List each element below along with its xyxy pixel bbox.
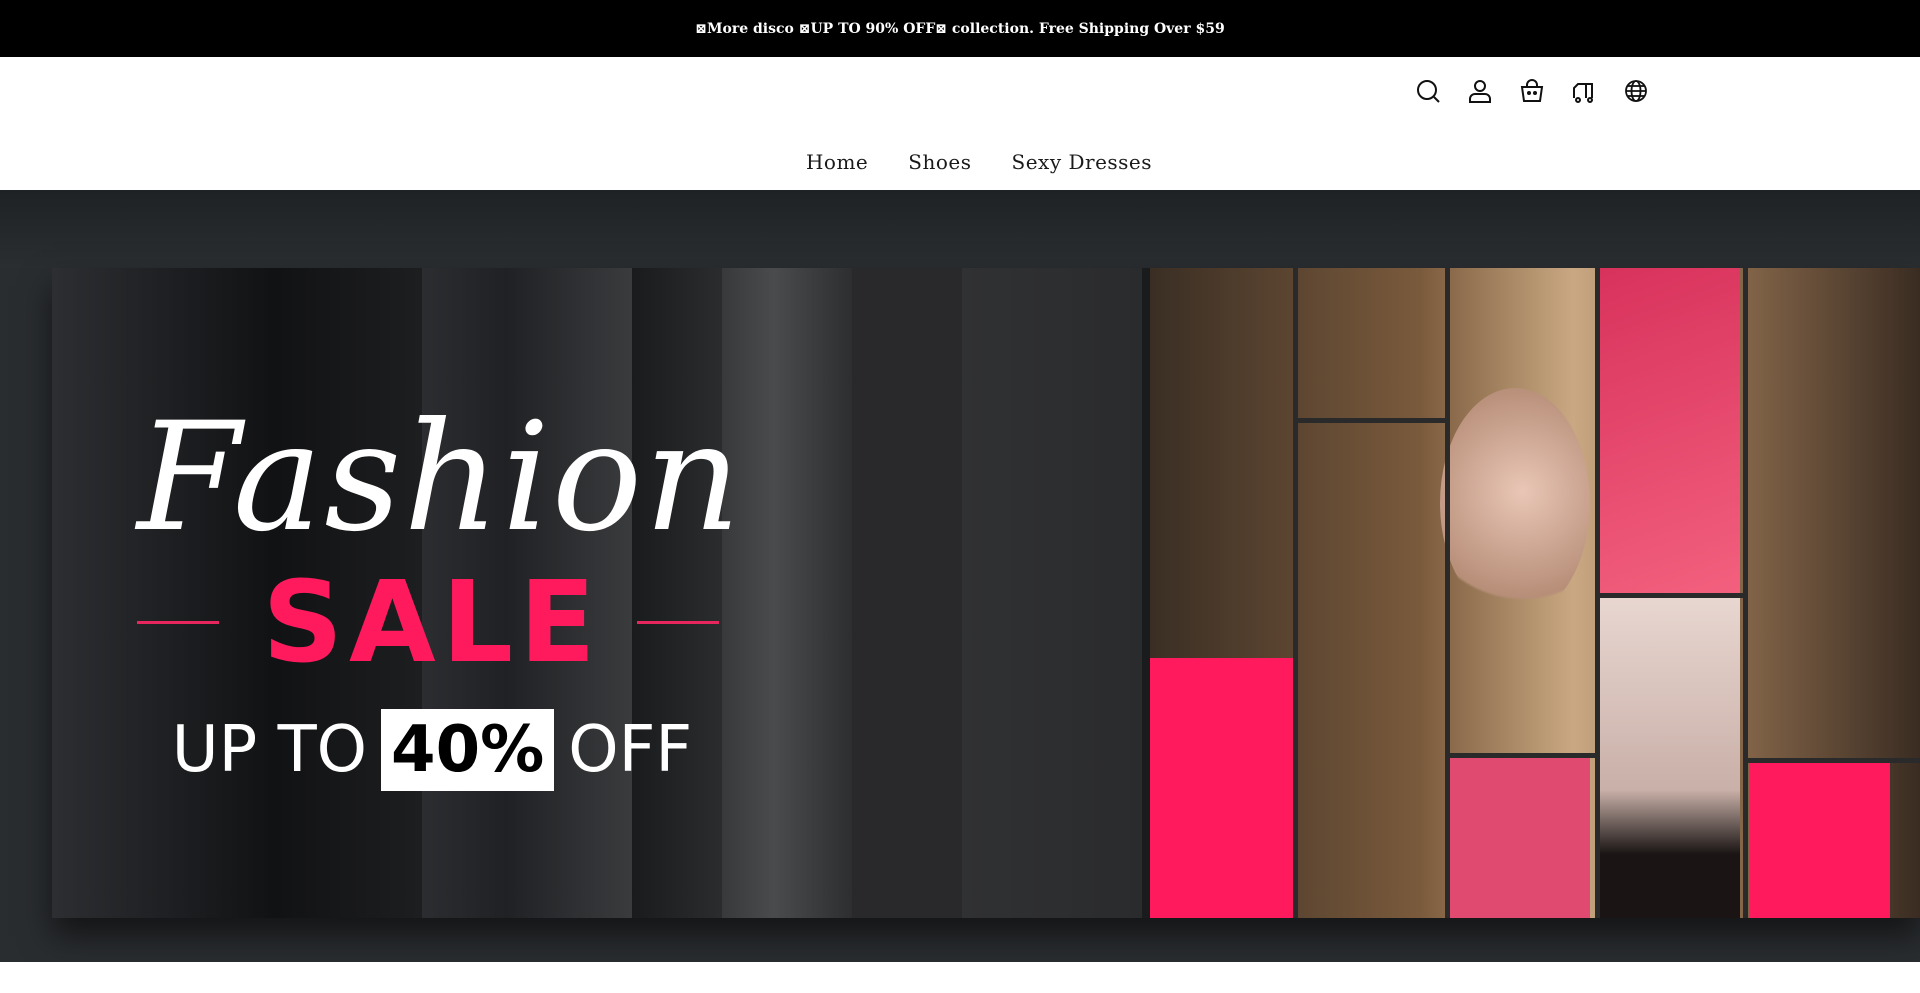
account-icon[interactable] (1467, 78, 1493, 104)
collage-divider (1600, 593, 1743, 598)
collage-divider (1445, 268, 1450, 918)
pink-block (1450, 758, 1590, 918)
nav-item-shoes[interactable]: Shoes (908, 150, 971, 174)
offer-prefix: UP TO (171, 713, 368, 787)
offer-suffix: OFF (568, 713, 693, 787)
pink-block (1750, 763, 1890, 918)
main-nav: Home Shoes Sexy Dresses (0, 150, 1920, 174)
offer-row: UP TO 40% OFF (137, 708, 727, 792)
pink-block (1600, 268, 1740, 593)
collage-divider (1743, 268, 1748, 918)
nav-item-home[interactable]: Home (806, 150, 868, 174)
shoulder-area (1600, 598, 1740, 918)
announcement-bar: ⊠More disco ⊠UP TO 90% OFF⊠ collection. … (0, 0, 1920, 57)
collage-divider (1298, 418, 1445, 423)
sale-text-block: Fashion SALE UP TO 40% OFF (137, 378, 743, 818)
sale-row: SALE (137, 563, 727, 683)
search-icon[interactable] (1415, 78, 1441, 104)
collage-divider (1748, 758, 1920, 763)
announcement-text: ⊠More disco ⊠UP TO 90% OFF⊠ collection. … (695, 20, 1225, 37)
hero-top-shade (0, 190, 1920, 268)
sale-banner-image: Fashion SALE UP TO 40% OFF (52, 268, 1920, 918)
model-face (1440, 388, 1590, 618)
model-photo-collage (1150, 268, 1920, 918)
cart-icon[interactable] (1519, 78, 1545, 104)
collage-divider (1450, 753, 1595, 758)
order-tracking-icon[interactable] (1571, 78, 1597, 104)
collage-divider (1293, 268, 1298, 918)
offer-percentage: 40% (381, 709, 555, 791)
header-icons (1415, 78, 1649, 104)
pink-block (1150, 658, 1293, 918)
sale-divider-right (637, 621, 719, 624)
banner-stripe (852, 268, 962, 918)
language-icon[interactable] (1623, 78, 1649, 104)
banner-stripe (722, 268, 852, 918)
hero-banner[interactable]: Fashion SALE UP TO 40% OFF (0, 190, 1920, 962)
fashion-script-title: Fashion (137, 391, 743, 565)
nav-item-sexy-dresses[interactable]: Sexy Dresses (1012, 150, 1153, 174)
banner-stripe (962, 268, 1142, 918)
